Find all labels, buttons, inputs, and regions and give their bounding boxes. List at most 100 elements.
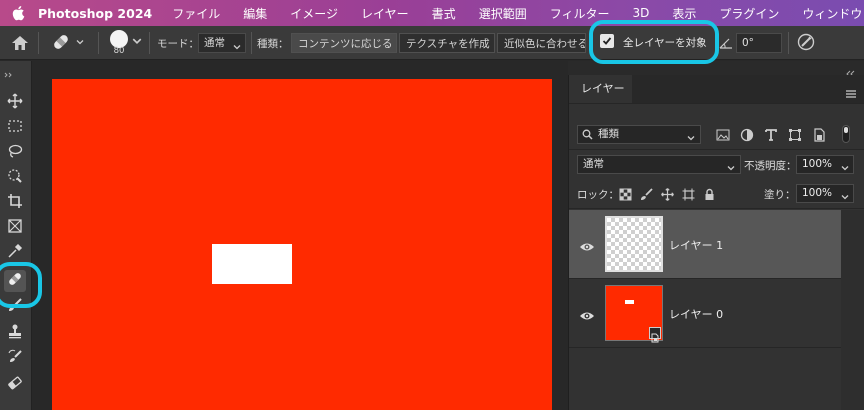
- lock-position-icon[interactable]: [661, 186, 674, 201]
- eraser-icon: [7, 375, 23, 395]
- divider: [569, 347, 841, 348]
- move-icon: [7, 93, 23, 113]
- type-content-aware-button[interactable]: コンテンツに応じる: [291, 33, 397, 53]
- brush-size-value: 80: [113, 46, 125, 56]
- filter-shape-icon[interactable]: [788, 127, 802, 141]
- history-brush-tool[interactable]: [4, 348, 26, 370]
- layer-thumbnail-transparent: [605, 216, 663, 272]
- menu-edit[interactable]: 編集: [243, 5, 267, 22]
- menu-image[interactable]: イメージ: [290, 5, 338, 22]
- thumbnail-white-rect: [625, 300, 634, 304]
- menu-select[interactable]: 選択範囲: [479, 5, 527, 22]
- layers-scroll-gutter[interactable]: [841, 210, 864, 410]
- history-brush-icon: [7, 349, 23, 369]
- mode-value: 通常: [204, 37, 225, 49]
- menu-3d[interactable]: 3D: [632, 6, 649, 20]
- frame-tool[interactable]: [4, 217, 26, 239]
- menu-plugins[interactable]: プラグイン: [719, 5, 779, 22]
- stamp-icon: [7, 323, 23, 343]
- chevron-down-icon: [687, 131, 695, 141]
- eraser-tool[interactable]: [4, 374, 26, 396]
- layer-name[interactable]: レイヤー 0: [669, 306, 723, 322]
- layer-thumbnail-red: [605, 285, 663, 343]
- layer-name[interactable]: レイヤー 1: [669, 237, 723, 253]
- brush-picker-chevron-icon[interactable]: [132, 36, 142, 46]
- stamp-tool[interactable]: [4, 322, 26, 344]
- options-bar: 80 モード： 通常 種類： コンテンツに応じる テクスチャを作成 近似色に合わ…: [0, 26, 864, 60]
- divider: [569, 208, 864, 209]
- filter-pixel-icon[interactable]: [716, 127, 730, 141]
- menu-window[interactable]: ウィンドウ: [802, 5, 862, 22]
- quick-select-tool[interactable]: [4, 167, 26, 189]
- layer-filter-kind-select[interactable]: 種類: [577, 125, 701, 144]
- menu-view[interactable]: 表示: [672, 5, 696, 22]
- blend-mode-select[interactable]: 通常: [577, 155, 741, 174]
- opacity-value: 100%: [802, 158, 833, 170]
- smart-object-badge-icon: [649, 327, 661, 343]
- chevron-down-icon: [841, 190, 849, 200]
- filter-smart-object-icon[interactable]: [812, 127, 826, 142]
- separator: [149, 32, 150, 54]
- lock-artboard-icon[interactable]: [682, 186, 695, 201]
- quick-select-icon: [7, 168, 23, 188]
- filter-adjustment-icon[interactable]: [740, 127, 754, 142]
- menu-filter[interactable]: フィルター: [550, 5, 610, 22]
- tools-panel: [0, 61, 32, 410]
- mode-select[interactable]: 通常: [198, 33, 246, 53]
- fill-label: 塗り：: [764, 189, 796, 201]
- eye-visibility-icon[interactable]: [579, 238, 595, 251]
- menu-type[interactable]: 書式: [432, 5, 456, 22]
- eyedropper-tool[interactable]: [4, 242, 26, 264]
- pressure-size-icon[interactable]: [796, 32, 816, 52]
- home-icon[interactable]: [10, 34, 30, 52]
- tool-preset-picker[interactable]: [50, 32, 92, 54]
- tab-layers[interactable]: レイヤー: [569, 75, 632, 103]
- type-create-texture-button[interactable]: テクスチャを作成: [399, 33, 495, 53]
- photoshop-window: Photoshop 2024 ファイル 編集 イメージ レイヤー 書式 選択範囲…: [0, 0, 864, 410]
- frame-icon: [7, 218, 23, 238]
- menu-file[interactable]: ファイル: [172, 5, 220, 22]
- collapse-arrows-icon[interactable]: [4, 63, 16, 78]
- type-proximity-match-button[interactable]: 近似色に合わせる: [497, 33, 586, 53]
- highlight-annotation-sample-all: [589, 20, 719, 64]
- fill-input[interactable]: 100%: [796, 184, 854, 203]
- crop-icon: [7, 193, 23, 213]
- menu-layer[interactable]: レイヤー: [361, 5, 409, 22]
- document-canvas[interactable]: [52, 79, 552, 410]
- divider: [569, 149, 864, 150]
- chevron-down-icon: [76, 37, 84, 49]
- separator: [38, 32, 39, 54]
- eyedropper-icon: [7, 243, 23, 263]
- app-name-menu[interactable]: Photoshop 2024: [38, 6, 152, 21]
- layer-row[interactable]: レイヤー 1: [569, 210, 841, 278]
- marquee-icon: [7, 118, 23, 138]
- divider: [569, 103, 864, 104]
- panel-tab-bar: レイヤー: [569, 75, 864, 103]
- layer-row[interactable]: レイヤー 0: [569, 279, 841, 347]
- lasso-tool[interactable]: [4, 142, 26, 164]
- crop-tool[interactable]: [4, 192, 26, 214]
- healing-brush-icon: [50, 31, 72, 56]
- highlight-annotation-healing-tool: [0, 262, 42, 308]
- collapse-panels-icon[interactable]: [846, 63, 856, 78]
- opacity-label: 不透明度：: [744, 160, 797, 172]
- lock-transparent-pixels-icon[interactable]: [619, 186, 632, 201]
- apple-icon[interactable]: [12, 3, 26, 23]
- fill-value: 100%: [802, 187, 833, 199]
- lock-all-icon[interactable]: [703, 186, 716, 200]
- chevron-down-icon: [841, 161, 849, 171]
- type-label: 種類：: [257, 38, 289, 50]
- filter-kind-value: 種類: [598, 128, 619, 140]
- opacity-input[interactable]: 100%: [796, 155, 854, 174]
- white-rectangle-shape[interactable]: [212, 244, 292, 284]
- filter-type-icon[interactable]: [764, 127, 778, 141]
- filter-toggle-switch[interactable]: [842, 125, 850, 143]
- angle-input[interactable]: 0°: [736, 33, 782, 53]
- lasso-icon: [7, 143, 23, 163]
- lock-image-pixels-icon[interactable]: [640, 186, 653, 200]
- move-tool[interactable]: [4, 92, 26, 114]
- blend-mode-value: 通常: [583, 158, 604, 170]
- panel-menu-icon[interactable]: [845, 84, 857, 98]
- marquee-tool[interactable]: [4, 117, 26, 139]
- eye-visibility-icon[interactable]: [579, 307, 595, 320]
